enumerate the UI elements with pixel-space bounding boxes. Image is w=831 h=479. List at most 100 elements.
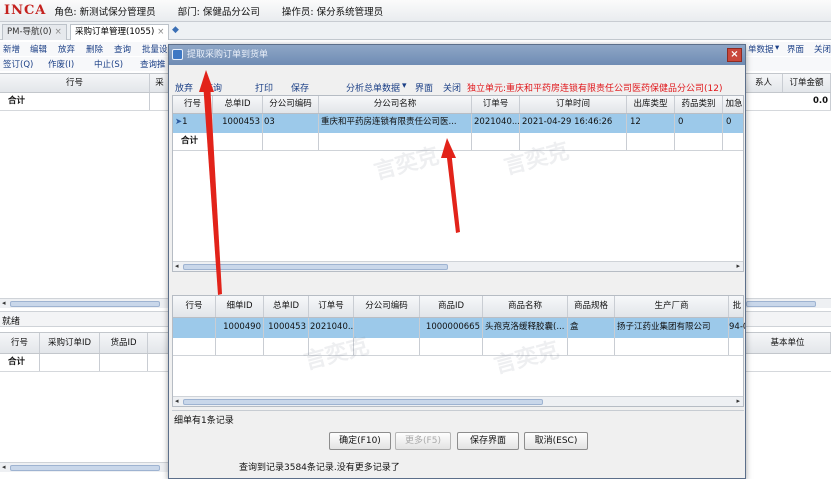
scroll-thumb[interactable] bbox=[183, 399, 543, 405]
col-header-master-id[interactable]: 总单ID bbox=[213, 96, 263, 113]
col-header-row[interactable]: 行号 bbox=[0, 74, 150, 92]
scroll-left-icon[interactable]: ◂ bbox=[2, 463, 6, 471]
chevron-down-icon[interactable]: ▾ bbox=[402, 81, 407, 91]
save-button[interactable]: 保存 bbox=[291, 81, 309, 94]
col-header-batch[interactable]: 批 bbox=[729, 296, 745, 317]
col-header-row[interactable]: 行号 bbox=[0, 333, 40, 353]
col-header-category[interactable]: 药品类别 bbox=[675, 96, 723, 113]
col-header-item-id[interactable]: 货品ID bbox=[100, 333, 148, 353]
col-header-amount[interactable]: 订单金额 bbox=[783, 74, 831, 92]
scroll-thumb[interactable] bbox=[10, 465, 160, 471]
batch-cell: 94-0 bbox=[729, 322, 745, 332]
scroll-left-icon[interactable]: ◂ bbox=[175, 397, 179, 405]
chevron-down-icon[interactable]: ▾ bbox=[775, 43, 779, 53]
role-label: 角色: 新测试保分管理员 bbox=[54, 6, 156, 18]
scroll-thumb[interactable] bbox=[746, 301, 816, 307]
scroll-right-icon[interactable]: ▸ bbox=[736, 397, 740, 405]
col-header-purchase[interactable]: 采 bbox=[150, 74, 170, 92]
top-bar: INCA 角色: 新测试保分管理员 部门: 保健品分公司 操作员: 保分系统管理… bbox=[0, 0, 831, 22]
tab-purchase-orders[interactable]: 采购订单管理(1055) × bbox=[70, 24, 170, 40]
confirm-button[interactable]: 确定(F10) bbox=[329, 432, 391, 450]
master-id-cell: 1000453 bbox=[264, 318, 309, 338]
dialog-title-bar[interactable]: 提取采购订单到货单 × bbox=[169, 45, 745, 65]
sum-cell bbox=[216, 338, 264, 355]
col-header-goods-name[interactable]: 商品名称 bbox=[483, 296, 568, 317]
analyze-data-menu[interactable]: 分析总单数据 bbox=[346, 81, 400, 94]
col-header-row[interactable]: 行号 bbox=[173, 296, 216, 317]
master-grid-header: 行号 总单ID 分公司编码 分公司名称 订单号 订单时间 出库类型 药品类别 加… bbox=[173, 96, 743, 114]
maker-cell: 扬子江药业集团有限公司 bbox=[615, 318, 729, 338]
sum-cell bbox=[615, 338, 729, 355]
col-header-maker[interactable]: 生产厂商 bbox=[615, 296, 729, 317]
tab-menu-icon[interactable]: ◆ bbox=[172, 25, 179, 35]
sum-label: 合计 bbox=[0, 93, 150, 110]
close-icon[interactable]: × bbox=[727, 48, 742, 62]
sum-cell bbox=[675, 133, 723, 150]
branch-code-cell: 03 bbox=[263, 114, 319, 133]
void-button[interactable]: 作废(I) bbox=[48, 58, 74, 70]
scroll-left-icon[interactable]: ◂ bbox=[2, 299, 6, 307]
print-button[interactable]: 打印 bbox=[255, 81, 273, 94]
col-header-row[interactable]: 行号 bbox=[173, 96, 213, 113]
master-sum-row: 合计 bbox=[173, 133, 743, 151]
sum-cell bbox=[40, 354, 100, 371]
col-header-order-time[interactable]: 订单时间 bbox=[520, 96, 627, 113]
tab-label: 采购订单管理(1055) bbox=[75, 27, 155, 37]
master-scrollbar[interactable]: ◂ ▸ bbox=[173, 261, 743, 271]
main-scrollbar-right[interactable] bbox=[746, 298, 831, 308]
col-header-branch-code[interactable]: 分公司编码 bbox=[354, 296, 420, 317]
col-header-po-id[interactable]: 采购订单ID bbox=[40, 333, 100, 353]
col-header-unit[interactable]: 基本单位 bbox=[745, 333, 831, 353]
abandon-button[interactable]: 放弃 bbox=[175, 81, 193, 94]
suspend-button[interactable]: 中止(S) bbox=[94, 58, 123, 70]
sum-amount: 0.0 bbox=[783, 93, 831, 110]
col-header-contact[interactable]: 系人 bbox=[745, 74, 783, 92]
scroll-left-icon[interactable]: ◂ bbox=[175, 262, 179, 270]
edit-button[interactable]: 编辑 bbox=[30, 43, 47, 55]
scroll-right-icon[interactable]: ▸ bbox=[736, 262, 740, 270]
abandon-button[interactable]: 放弃 bbox=[58, 43, 75, 55]
scroll-thumb[interactable] bbox=[10, 301, 160, 307]
data-menu[interactable]: 单数据 bbox=[748, 43, 774, 55]
detail-grid-dialog: 行号 细单ID 总单ID 订单号 分公司编码 商品ID 商品名称 商品规格 生产… bbox=[172, 295, 745, 407]
col-header-urgent[interactable]: 加急 bbox=[723, 96, 745, 113]
delete-button[interactable]: 删除 bbox=[86, 43, 103, 55]
col-header-goods-id[interactable]: 商品ID bbox=[420, 296, 483, 317]
col-header-branch-code[interactable]: 分公司编码 bbox=[263, 96, 319, 113]
cancel-button[interactable]: 取消(ESC) bbox=[524, 432, 588, 450]
tab-label: PM-导航(0) bbox=[7, 27, 52, 37]
save-ui-button[interactable]: 保存界面 bbox=[457, 432, 519, 450]
query-button[interactable]: 查询 bbox=[114, 43, 131, 55]
query-button[interactable]: 查询 bbox=[204, 81, 222, 94]
ui-button[interactable]: 界面 bbox=[415, 81, 433, 94]
col-header-branch-name[interactable]: 分公司名称 bbox=[319, 96, 472, 113]
close-button[interactable]: 关闭 bbox=[814, 43, 831, 55]
sign-button[interactable]: 签订(Q) bbox=[3, 58, 33, 70]
scroll-thumb[interactable] bbox=[183, 264, 448, 270]
goods-id-cell: 1000000665 bbox=[420, 318, 483, 338]
close-icon[interactable]: × bbox=[55, 27, 62, 37]
main-scrollbar[interactable]: ◂ bbox=[0, 298, 168, 308]
dept-label: 部门: 保健品分公司 bbox=[177, 6, 260, 18]
close-button[interactable]: 关闭 bbox=[443, 81, 461, 94]
batch-set-button[interactable]: 批量设 bbox=[142, 43, 168, 55]
col-header-detail-id[interactable]: 细单ID bbox=[216, 296, 264, 317]
detail-scrollbar[interactable]: ◂ bbox=[0, 462, 168, 472]
col-header-master-id[interactable]: 总单ID bbox=[264, 296, 309, 317]
query-push-button[interactable]: 查询推 bbox=[140, 58, 166, 70]
add-button[interactable]: 新增 bbox=[3, 43, 20, 55]
detail-scrollbar-dialog[interactable]: ◂ ▸ bbox=[173, 396, 743, 406]
col-header-order-no[interactable]: 订单号 bbox=[472, 96, 520, 113]
col-header-order-no[interactable]: 订单号 bbox=[309, 296, 354, 317]
close-icon[interactable]: × bbox=[157, 27, 164, 37]
col-header-spec[interactable]: 商品规格 bbox=[568, 296, 615, 317]
sum-label: 合计 bbox=[173, 133, 213, 150]
unit-info: 独立单元:重庆和平药房连锁有限责任公司医药保健品分公司(12) bbox=[467, 84, 723, 94]
table-row[interactable]: 1000490 1000453 2021040... 1000000665 头孢… bbox=[173, 318, 745, 338]
sum-cell bbox=[627, 133, 675, 150]
ui-button[interactable]: 界面 bbox=[787, 43, 804, 55]
table-row[interactable]: ➤1 1000453 03 重庆和平药房连锁有限责任公司医... 2021040… bbox=[173, 114, 743, 133]
col-header-out-type[interactable]: 出库类型 bbox=[627, 96, 675, 113]
more-button[interactable]: 更多(F5) bbox=[395, 432, 451, 450]
tab-navigation[interactable]: PM-导航(0) × bbox=[2, 24, 67, 40]
